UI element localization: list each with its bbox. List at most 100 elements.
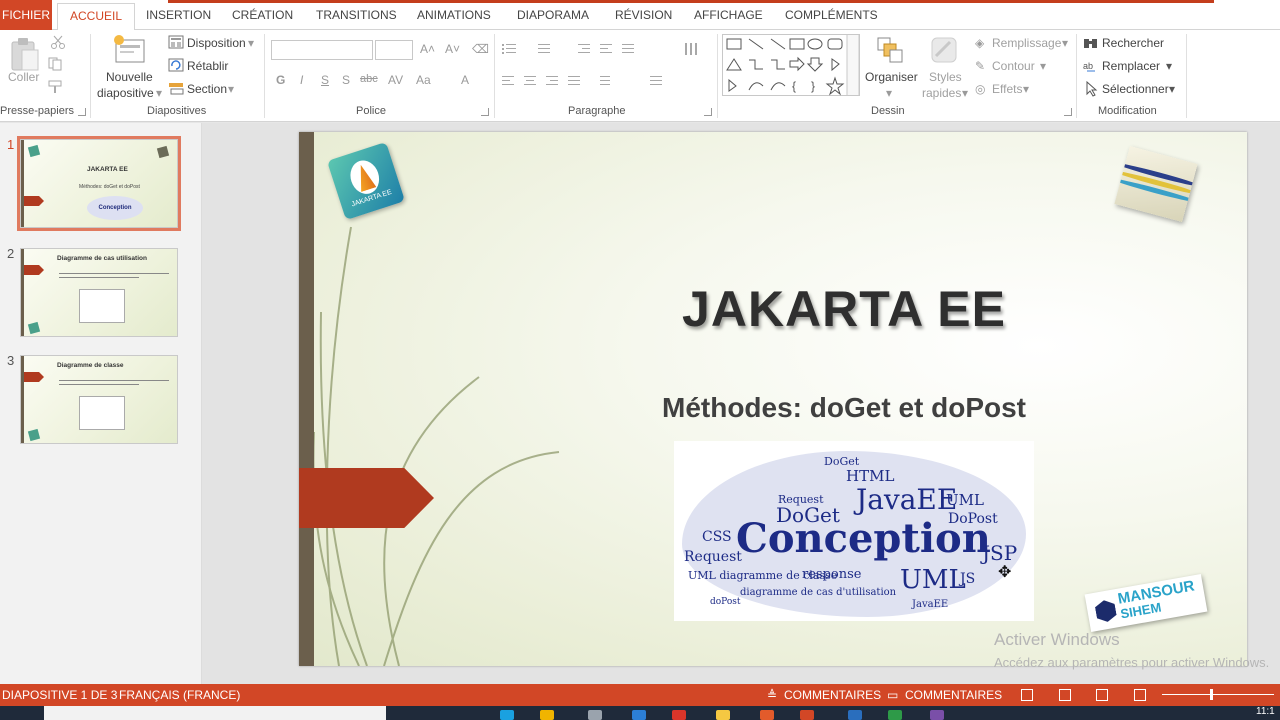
notes-icon[interactable]: ≜ bbox=[767, 688, 777, 702]
slide-subtitle[interactable]: Méthodes: doGet et doPost bbox=[599, 392, 1089, 424]
notes-button[interactable]: COMMENTAIRES bbox=[784, 688, 881, 702]
section-icon[interactable] bbox=[168, 81, 184, 95]
current-slide[interactable]: JAKARTA EE JAKARTA EE Méthodes: doGet et… bbox=[299, 132, 1247, 666]
arrange-chevron-icon[interactable]: ▾ bbox=[886, 86, 892, 100]
zoom-slider-thumb[interactable] bbox=[1210, 689, 1213, 700]
paragraph-launcher-icon[interactable] bbox=[704, 108, 712, 116]
font-launcher-icon[interactable] bbox=[481, 108, 489, 116]
replace-button[interactable]: Remplacer bbox=[1102, 59, 1160, 73]
italic-button[interactable]: I bbox=[300, 73, 303, 87]
layout-button[interactable]: Disposition bbox=[187, 36, 246, 50]
arrange-button[interactable]: Organiser bbox=[865, 70, 918, 84]
paste-button[interactable]: Coller bbox=[8, 70, 39, 84]
chevron-down-icon[interactable]: ▾ bbox=[156, 86, 162, 100]
select-chevron-icon[interactable]: ▾ bbox=[1169, 82, 1175, 96]
normal-view-icon[interactable] bbox=[1021, 689, 1033, 701]
underline-button[interactable]: S bbox=[321, 73, 329, 87]
section-chevron-icon[interactable]: ▾ bbox=[228, 82, 234, 96]
tab-review[interactable]: RÉVISION bbox=[615, 8, 672, 22]
shrink-font-icon[interactable]: A˅ bbox=[445, 42, 460, 56]
taskbar-powerpoint-icon[interactable] bbox=[800, 710, 814, 720]
tab-design[interactable]: CRÉATION bbox=[232, 8, 293, 22]
slide-thumbnail-2[interactable]: Diagramme de cas utilisation bbox=[20, 248, 178, 337]
shape-outline-button[interactable]: Contour bbox=[992, 59, 1035, 73]
taskbar-app-icon[interactable] bbox=[930, 710, 944, 720]
language-indicator[interactable]: FRANÇAIS (FRANCE) bbox=[119, 688, 240, 702]
taskbar-app-icon[interactable] bbox=[588, 710, 602, 720]
bold-button[interactable]: G bbox=[276, 73, 285, 87]
font-family-select[interactable] bbox=[271, 40, 373, 60]
quick-styles-label-1[interactable]: Styles bbox=[929, 70, 962, 84]
effects-icon[interactable]: ◎ bbox=[975, 82, 985, 96]
comments-button[interactable]: COMMENTAIRES bbox=[905, 688, 1002, 702]
format-painter-icon[interactable] bbox=[48, 80, 66, 94]
replace-chevron-icon[interactable]: ▾ bbox=[1166, 59, 1172, 73]
change-case-button[interactable]: Aa bbox=[416, 73, 431, 87]
tab-transitions[interactable]: TRANSITIONS bbox=[316, 8, 397, 22]
tab-file[interactable]: FICHIER bbox=[0, 0, 52, 30]
tab-addins[interactable]: COMPLÉMENTS bbox=[785, 8, 878, 22]
tab-view[interactable]: AFFICHAGE bbox=[694, 8, 763, 22]
taskbar-app-icon[interactable] bbox=[672, 710, 686, 720]
shape-effects-button[interactable]: Effets bbox=[992, 82, 1022, 96]
layout-chevron-icon[interactable]: ▾ bbox=[248, 36, 254, 50]
reset-icon[interactable] bbox=[168, 58, 184, 72]
tab-insert[interactable]: INSERTION bbox=[146, 8, 211, 22]
zoom-slider[interactable] bbox=[1162, 694, 1274, 695]
taskbar-search-box[interactable] bbox=[44, 706, 386, 720]
slide-sorter-icon[interactable] bbox=[1059, 689, 1071, 701]
reading-view-icon[interactable] bbox=[1096, 689, 1108, 701]
taskbar-app-icon[interactable] bbox=[632, 710, 646, 720]
replace-icon[interactable]: ab bbox=[1083, 59, 1099, 73]
new-slide-icon[interactable] bbox=[113, 34, 147, 64]
outline-chevron-icon[interactable]: ▾ bbox=[1040, 59, 1046, 73]
cut-icon[interactable] bbox=[50, 35, 66, 49]
shape-fill-button[interactable]: Remplissage bbox=[992, 36, 1061, 50]
comments-icon[interactable]: ▭ bbox=[887, 688, 898, 702]
strikethrough-button[interactable]: abc bbox=[360, 73, 378, 85]
clear-format-icon[interactable]: ⌫ bbox=[472, 42, 489, 56]
taskbar-clock[interactable]: 11:1 bbox=[1256, 706, 1275, 717]
taskbar-app-icon[interactable] bbox=[848, 710, 862, 720]
quick-styles-icon[interactable] bbox=[930, 36, 958, 66]
copy-icon[interactable] bbox=[48, 57, 66, 71]
new-slide-label-1[interactable]: Nouvelle bbox=[106, 70, 153, 84]
fill-chevron-icon[interactable]: ▾ bbox=[1062, 36, 1068, 50]
drawing-launcher-icon[interactable] bbox=[1064, 108, 1072, 116]
taskbar-app-icon[interactable] bbox=[888, 710, 902, 720]
find-icon[interactable] bbox=[1083, 36, 1099, 50]
word-cloud-image[interactable]: DoGet HTML JavaEE Request UML DoPost DoG… bbox=[674, 441, 1034, 621]
slide-title[interactable]: JAKARTA EE bbox=[599, 280, 1089, 338]
font-color-button[interactable]: A bbox=[461, 73, 469, 87]
quick-styles-chevron-icon[interactable]: ▾ bbox=[962, 86, 968, 100]
reset-button[interactable]: Rétablir bbox=[187, 59, 228, 73]
tab-home[interactable]: ACCUEIL bbox=[57, 3, 136, 31]
tab-slideshow[interactable]: DIAPORAMA bbox=[517, 8, 589, 22]
paste-icon[interactable] bbox=[10, 36, 40, 72]
taskbar-app-icon[interactable] bbox=[716, 710, 730, 720]
section-button[interactable]: Section bbox=[187, 82, 227, 96]
select-icon[interactable] bbox=[1085, 81, 1099, 97]
shadow-button[interactable]: S bbox=[342, 73, 350, 87]
select-button[interactable]: Sélectionner bbox=[1102, 82, 1169, 96]
quick-styles-label-2[interactable]: rapides bbox=[922, 86, 961, 100]
taskbar-app-icon[interactable] bbox=[760, 710, 774, 720]
fill-icon[interactable]: ◈ bbox=[975, 36, 984, 50]
layout-icon[interactable] bbox=[168, 35, 184, 49]
shapes-gallery-icon[interactable]: {} bbox=[722, 34, 860, 96]
alignment-icons[interactable] bbox=[500, 74, 710, 88]
slide-thumbnail-1[interactable]: JAKARTA EE Méthodes: doGet et doPost Con… bbox=[17, 136, 181, 231]
outline-icon[interactable]: ✎ bbox=[975, 59, 985, 73]
effects-chevron-icon[interactable]: ▾ bbox=[1023, 82, 1029, 96]
find-button[interactable]: Rechercher bbox=[1102, 36, 1164, 50]
clipboard-launcher-icon[interactable] bbox=[78, 108, 86, 116]
paragraph-list-icons[interactable] bbox=[500, 42, 710, 56]
grow-font-icon[interactable]: A˄ bbox=[420, 42, 435, 56]
taskbar-app-icon[interactable] bbox=[540, 710, 554, 720]
slide-thumbnail-3[interactable]: Diagramme de classe bbox=[20, 355, 178, 444]
tab-animations[interactable]: ANIMATIONS bbox=[417, 8, 491, 22]
font-size-select[interactable] bbox=[375, 40, 413, 60]
char-spacing-button[interactable]: AV bbox=[388, 73, 403, 87]
taskbar-app-icon[interactable] bbox=[500, 710, 514, 720]
arrange-icon[interactable] bbox=[876, 36, 904, 66]
